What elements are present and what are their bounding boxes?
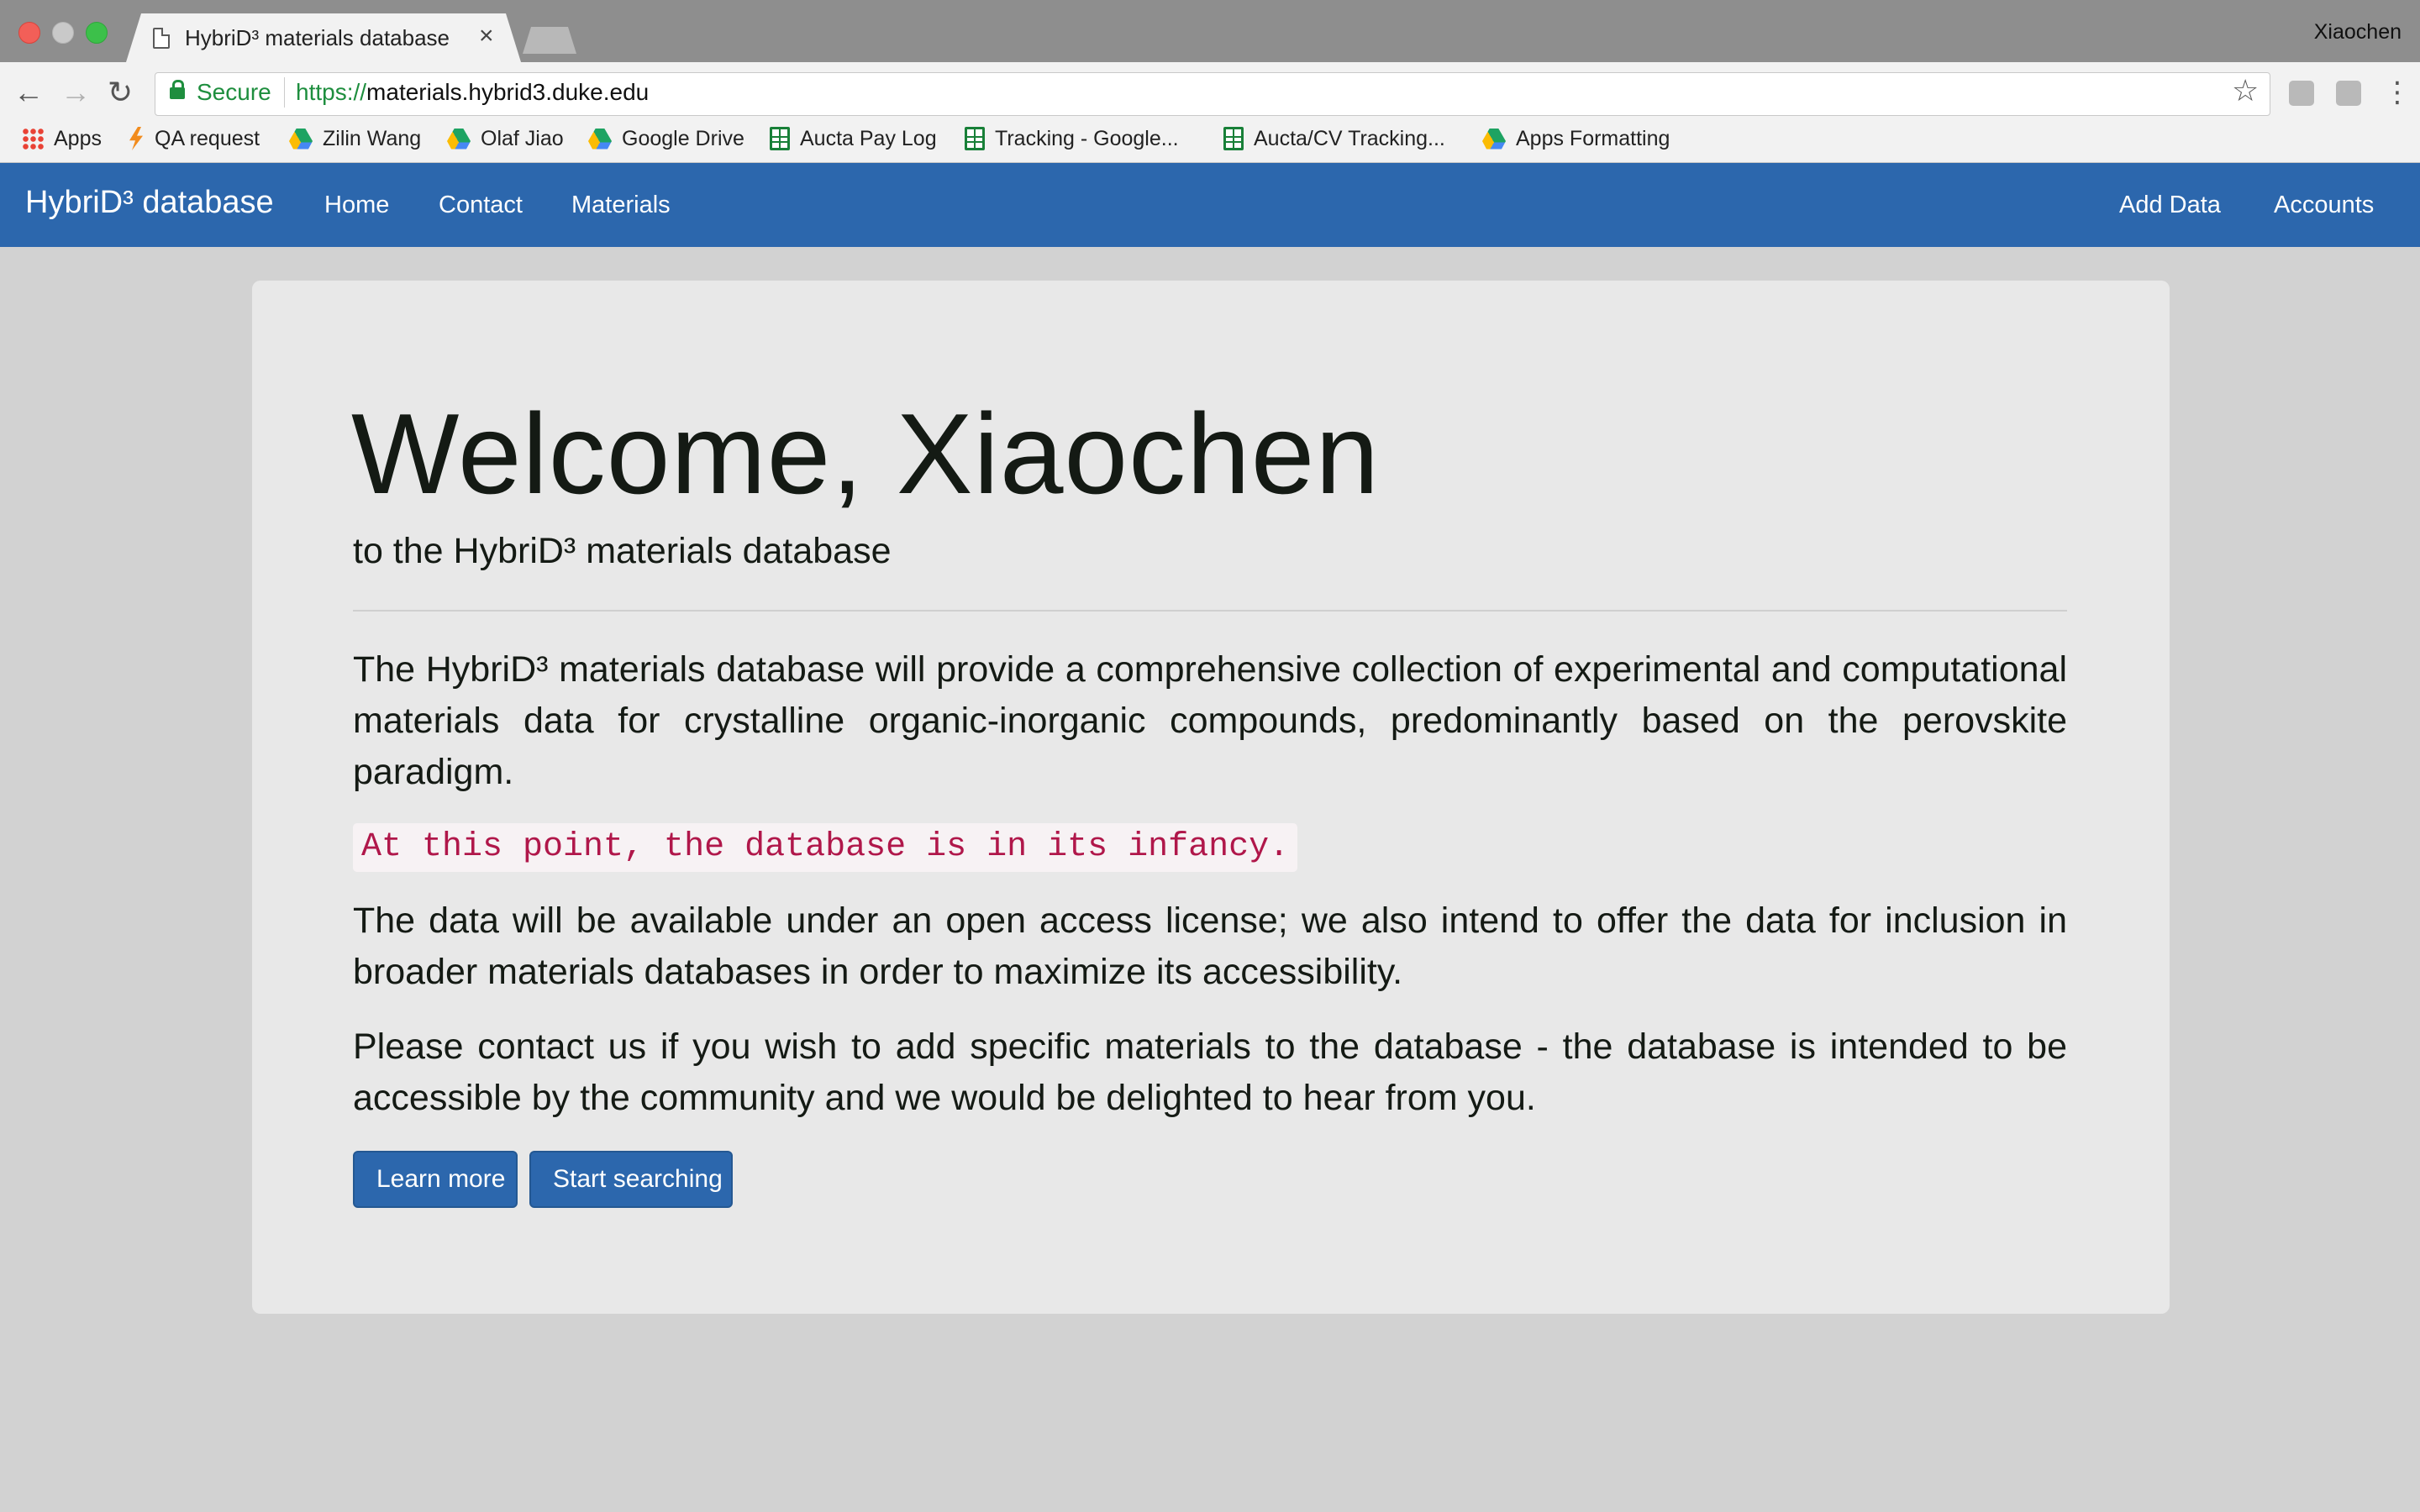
bookmark-label: QA request [155,126,260,150]
address-separator [284,77,285,108]
bookmark-label: Zilin Wang [323,126,422,150]
infancy-notice: At this point, the database is in its in… [353,823,1298,872]
browser-menu-icon[interactable]: ⋮ [2383,76,2412,109]
bookmark-tracking[interactable]: Tracking - Google... [965,126,1179,151]
bookmark-zilin-wang[interactable]: Zilin Wang [289,126,421,151]
window-zoom-button[interactable] [86,22,108,44]
nav-link-home[interactable]: Home [324,192,389,219]
url-text[interactable]: https://materials.hybrid3.duke.edu [296,79,649,106]
nav-link-add-data[interactable]: Add Data [2119,192,2221,219]
google-drive-icon [588,128,612,150]
bookmark-label: Aucta Pay Log [800,126,937,150]
url-host: materials.hybrid3.duke.edu [366,79,650,105]
lock-icon [170,80,185,99]
apps-grid-icon [22,128,44,150]
url-scheme: https:// [296,79,367,105]
bookmark-apps[interactable]: Apps [22,126,102,151]
tab-close-icon[interactable]: × [479,22,494,50]
bookmark-label: Apps [54,126,102,150]
intro-paragraph: The HybriD³ materials database will prov… [353,649,2067,792]
bookmark-olaf-jiao[interactable]: Olaf Jiao [447,126,564,151]
security-label[interactable]: Secure [197,79,271,106]
google-sheets-icon [1223,127,1244,150]
divider [353,610,2067,612]
tab-title: HybriD³ materials database [185,25,450,50]
new-tab-button[interactable] [523,27,576,54]
bookmark-label: Apps Formatting [1516,126,1670,150]
bookmark-star-icon[interactable]: ☆ [2232,74,2259,108]
page-subtitle: to the HybriD³ materials database [353,531,892,571]
extension-icon[interactable] [2336,81,2361,106]
bookmark-label: Google Drive [622,126,744,150]
bookmark-label: Aucta/CV Tracking... [1254,126,1445,150]
nav-link-accounts[interactable]: Accounts [2274,192,2374,219]
google-drive-icon [289,128,313,150]
forward-arrow-icon[interactable]: → [60,76,91,109]
learn-more-button[interactable]: Learn more [353,1151,518,1208]
window-minimize-button[interactable] [52,22,74,44]
google-sheets-icon [770,127,790,150]
google-drive-icon [1482,128,1506,150]
page-icon [153,28,170,49]
google-drive-icon [447,128,471,150]
bookmark-qa-request[interactable]: QA request [128,126,260,151]
google-sheets-icon [965,127,985,150]
bookmark-label: Olaf Jiao [481,126,564,150]
bookmark-aucta-cv-tracking[interactable]: Aucta/CV Tracking... [1223,126,1445,151]
bolt-icon [129,127,143,150]
nav-link-materials[interactable]: Materials [571,192,671,219]
profile-name[interactable]: Xiaochen [2314,20,2402,45]
bookmark-apps-formatting[interactable]: Apps Formatting [1482,126,1670,151]
start-searching-button[interactable]: Start searching [529,1151,733,1208]
reload-icon[interactable]: ↻ [108,76,133,109]
bookmark-label: Tracking - Google... [995,126,1179,150]
contact-paragraph: Please contact us if you wish to add spe… [353,1026,2067,1118]
extension-icon[interactable] [2289,81,2314,106]
back-arrow-icon[interactable]: ← [13,76,44,109]
bookmark-aucta-pay-log[interactable]: Aucta Pay Log [770,126,937,151]
license-paragraph: The data will be available under an open… [353,900,2067,992]
window-close-button[interactable] [18,22,40,44]
bookmark-google-drive[interactable]: Google Drive [588,126,744,151]
site-brand-link[interactable]: HybriD³ database [25,185,274,221]
nav-link-contact[interactable]: Contact [439,192,523,219]
page-title: Welcome, Xiaochen [351,390,1380,517]
